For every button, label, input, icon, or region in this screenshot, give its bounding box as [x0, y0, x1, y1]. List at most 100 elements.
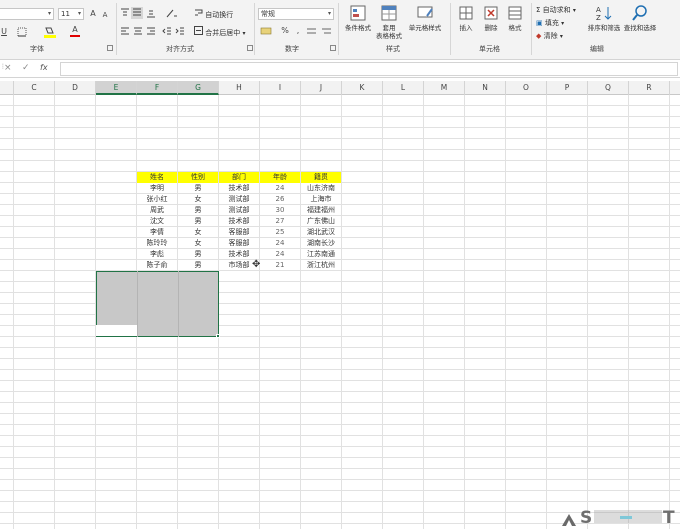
decrease-decimal-button[interactable]: [321, 26, 333, 39]
active-cell[interactable]: [96, 325, 137, 336]
align-top-button[interactable]: [120, 8, 130, 21]
select-all-corner[interactable]: [0, 81, 14, 95]
table-cell[interactable]: 女: [178, 238, 218, 249]
font-name-combo[interactable]: ▾: [0, 8, 54, 20]
insert-cells-button[interactable]: 插入: [454, 4, 478, 32]
table-cell[interactable]: 山东济南: [301, 183, 341, 194]
underline-button[interactable]: U: [0, 27, 8, 37]
table-cell[interactable]: 27: [260, 216, 300, 227]
decrease-indent-button[interactable]: [162, 26, 172, 39]
column-header-i[interactable]: I: [260, 81, 301, 95]
column-header-m[interactable]: M: [424, 81, 465, 95]
table-cell[interactable]: 技术部: [219, 216, 259, 227]
orientation-button[interactable]: [164, 8, 180, 21]
column-header-j[interactable]: J: [301, 81, 342, 95]
table-cell[interactable]: 湖北武汉: [301, 227, 341, 238]
table-cell[interactable]: 江苏南通: [301, 249, 341, 260]
conditional-formatting-button[interactable]: 条件格式: [342, 4, 374, 32]
table-header-cell[interactable]: 年龄: [260, 172, 300, 183]
increase-indent-button[interactable]: [175, 26, 185, 39]
wrap-text-button[interactable]: 自动换行: [194, 8, 233, 20]
column-header-g[interactable]: G: [178, 81, 219, 95]
column-header-l[interactable]: L: [383, 81, 424, 95]
table-cell[interactable]: 湖南长沙: [301, 238, 341, 249]
column-header-e[interactable]: E: [96, 81, 137, 95]
align-center-button[interactable]: [133, 26, 143, 39]
alignment-dialog-launcher[interactable]: [247, 45, 253, 51]
table-cell[interactable]: 张小红: [137, 194, 177, 205]
table-cell[interactable]: 陈子俞: [137, 260, 177, 271]
grow-font-button[interactable]: A: [88, 9, 98, 19]
column-header-r[interactable]: R: [629, 81, 670, 95]
number-format-combo[interactable]: 常规 ▾: [258, 8, 334, 20]
column-header-p[interactable]: P: [547, 81, 588, 95]
table-header-cell[interactable]: 籍贯: [301, 172, 341, 183]
align-right-button[interactable]: [146, 26, 156, 39]
column-header-f[interactable]: F: [137, 81, 178, 95]
table-cell[interactable]: 男: [178, 249, 218, 260]
enter-icon[interactable]: ✓: [22, 63, 30, 73]
column-header-d[interactable]: D: [55, 81, 96, 95]
merge-center-button[interactable]: 合并后居中 ▾: [194, 26, 245, 39]
table-cell[interactable]: 客服部: [219, 238, 259, 249]
table-cell[interactable]: 24: [260, 249, 300, 260]
formula-input[interactable]: [60, 62, 678, 76]
autosum-button[interactable]: Σ 自动求和 ▾: [536, 5, 576, 16]
fill-handle[interactable]: [216, 334, 220, 338]
font-color-button[interactable]: A: [66, 25, 84, 37]
percent-button[interactable]: %: [280, 26, 290, 36]
table-cell[interactable]: 男: [178, 260, 218, 271]
align-bottom-button[interactable]: [146, 8, 156, 21]
column-header-o[interactable]: O: [506, 81, 547, 95]
table-header-cell[interactable]: 姓名: [137, 172, 177, 183]
format-as-table-button[interactable]: 套用 表格格式: [374, 4, 404, 40]
font-dialog-launcher[interactable]: [107, 45, 113, 51]
table-cell[interactable]: 客服部: [219, 227, 259, 238]
table-cell[interactable]: 测试部: [219, 205, 259, 216]
column-header-q[interactable]: Q: [588, 81, 629, 95]
column-header-n[interactable]: N: [465, 81, 506, 95]
table-cell[interactable]: 女: [178, 227, 218, 238]
table-cell[interactable]: 上海市: [301, 194, 341, 205]
align-middle-button[interactable]: [131, 7, 143, 19]
fx-button[interactable]: fx: [40, 63, 48, 72]
table-cell[interactable]: 女: [178, 194, 218, 205]
column-header-c[interactable]: C: [14, 81, 55, 95]
delete-cells-button[interactable]: 删除: [479, 4, 503, 32]
find-select-button[interactable]: 查找和选择: [622, 4, 658, 32]
table-cell[interactable]: 广东佛山: [301, 216, 341, 227]
table-cell[interactable]: 浙江杭州: [301, 260, 341, 271]
number-dialog-launcher[interactable]: [330, 45, 336, 51]
comma-style-button[interactable]: ,: [294, 26, 302, 36]
table-cell[interactable]: 技术部: [219, 183, 259, 194]
fill-button[interactable]: ▣ 填充 ▾: [536, 18, 564, 29]
cell-styles-button[interactable]: 单元格样式: [406, 4, 444, 32]
table-cell[interactable]: 李倩: [137, 227, 177, 238]
sort-filter-button[interactable]: AZ 排序和筛选: [586, 4, 622, 32]
table-cell[interactable]: 福建福州: [301, 205, 341, 216]
align-left-button[interactable]: [120, 26, 130, 39]
accounting-format-button[interactable]: [258, 26, 274, 39]
table-cell[interactable]: 30: [260, 205, 300, 216]
table-cell[interactable]: 测试部: [219, 194, 259, 205]
table-cell[interactable]: 25: [260, 227, 300, 238]
table-cell[interactable]: 周武: [137, 205, 177, 216]
table-cell[interactable]: 男: [178, 205, 218, 216]
column-header-h[interactable]: H: [219, 81, 260, 95]
table-cell[interactable]: 李明: [137, 183, 177, 194]
column-header-k[interactable]: K: [342, 81, 383, 95]
table-cell[interactable]: 26: [260, 194, 300, 205]
table-header-cell[interactable]: 部门: [219, 172, 259, 183]
clear-button[interactable]: ◆ 清除 ▾: [536, 31, 563, 42]
table-cell[interactable]: 男: [178, 183, 218, 194]
border-button[interactable]: [14, 27, 30, 40]
format-cells-button[interactable]: 格式: [503, 4, 527, 32]
shrink-font-button[interactable]: A: [100, 10, 110, 20]
table-cell[interactable]: 24: [260, 238, 300, 249]
table-cell[interactable]: 沈文: [137, 216, 177, 227]
table-cell[interactable]: 24: [260, 183, 300, 194]
table-cell[interactable]: 陈玲玲: [137, 238, 177, 249]
table-cell[interactable]: 李彪: [137, 249, 177, 260]
increase-decimal-button[interactable]: [306, 26, 318, 39]
font-size-combo[interactable]: 11 ▾: [58, 8, 84, 20]
